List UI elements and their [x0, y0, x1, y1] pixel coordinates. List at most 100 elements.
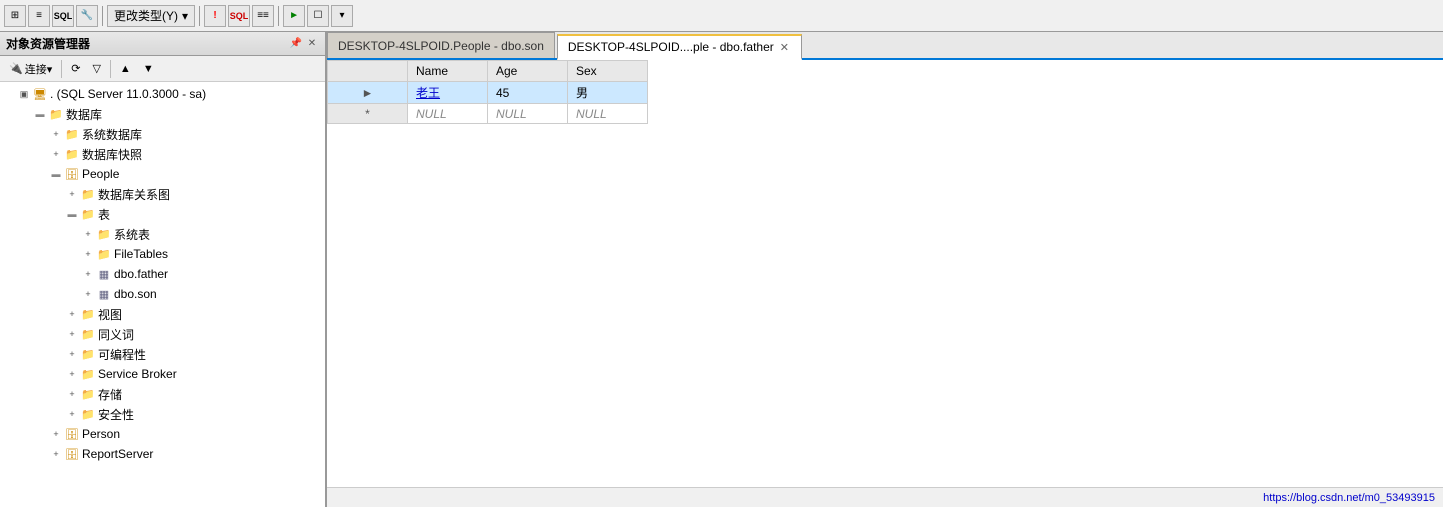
- down-icon: ▼: [143, 63, 154, 75]
- db-icon: 🗄: [64, 446, 80, 462]
- tree-item-tables[interactable]: ▬ 📁 表: [0, 204, 325, 224]
- cell-name[interactable]: 老王: [408, 82, 488, 104]
- cell-sex[interactable]: 男: [568, 82, 648, 104]
- toolbar-btn-sql[interactable]: SQL: [52, 5, 74, 27]
- tree-item-dbo-son[interactable]: + ▦ dbo.son: [0, 284, 325, 304]
- pin-icon[interactable]: 📌: [289, 37, 303, 51]
- data-grid: Name Age Sex ► 老王 45 男 * NULL: [327, 60, 648, 124]
- object-explorer-panel: 对象资源管理器 📌 ✕ 🔌 连接▾ ⟳ ▽ ▲ ▼: [0, 32, 327, 507]
- tree-item-people[interactable]: ▬ 🗄 People: [0, 164, 325, 184]
- tree-item-db-snapshot[interactable]: + 📁 数据库快照: [0, 144, 325, 164]
- table-icon: ▦: [96, 286, 112, 302]
- main-layout: 对象资源管理器 📌 ✕ 🔌 连接▾ ⟳ ▽ ▲ ▼: [0, 32, 1443, 507]
- tree-item-person[interactable]: + 🗄 Person: [0, 424, 325, 444]
- filter-icon: ▽: [92, 62, 100, 75]
- table-row-new[interactable]: * NULL NULL NULL: [328, 104, 648, 124]
- expand-service-broker[interactable]: +: [64, 366, 80, 382]
- expand-dbo-father[interactable]: +: [80, 266, 96, 282]
- expand-views[interactable]: +: [64, 306, 80, 322]
- toolbar-btn-stop[interactable]: ☐: [307, 5, 329, 27]
- programmability-label: 可编程性: [98, 346, 146, 363]
- tree-item-programmability[interactable]: + 📁 可编程性: [0, 344, 325, 364]
- toolbar-btn-wrench[interactable]: 🔧: [76, 5, 98, 27]
- toolbar-btn-grid[interactable]: ⊞: [4, 5, 26, 27]
- toolbar-btn-table[interactable]: ≡: [28, 5, 50, 27]
- oe-toolbar: 🔌 连接▾ ⟳ ▽ ▲ ▼: [0, 56, 325, 82]
- expand-dbo-son[interactable]: +: [80, 286, 96, 302]
- tree-item-sys-tables[interactable]: + 📁 系统表: [0, 224, 325, 244]
- tree-item-report-server[interactable]: + 🗄 ReportServer: [0, 444, 325, 464]
- expand-programmability[interactable]: +: [64, 346, 80, 362]
- expand-security[interactable]: +: [64, 406, 80, 422]
- row-indicator: ►: [328, 82, 408, 104]
- panel-controls: 📌 ✕: [289, 37, 319, 51]
- tree-item-security[interactable]: + 📁 安全性: [0, 404, 325, 424]
- change-type-dropdown[interactable]: 更改类型(Y) ▾: [107, 5, 195, 27]
- expand-storage[interactable]: +: [64, 386, 80, 402]
- tree-item-synonyms[interactable]: + 📁 同义词: [0, 324, 325, 344]
- tree-item-file-tables[interactable]: + 📁 FileTables: [0, 244, 325, 264]
- tree-item-service-broker[interactable]: + 📁 Service Broker: [0, 364, 325, 384]
- tree-item-system-db[interactable]: + 📁 系统数据库: [0, 124, 325, 144]
- refresh-icon: ⟳: [71, 62, 80, 75]
- expand-report-server[interactable]: +: [48, 446, 64, 462]
- security-label: 安全性: [98, 406, 134, 423]
- expand-tables[interactable]: ▬: [64, 206, 80, 222]
- tree-item-server[interactable]: ▣ 🖥 . (SQL Server 11.0.3000 - sa): [0, 84, 325, 104]
- oe-btn-refresh[interactable]: ⟳: [66, 59, 85, 79]
- toolbar-sep-3: [278, 6, 279, 26]
- tree-item-views[interactable]: + 📁 视图: [0, 304, 325, 324]
- connect-button[interactable]: 🔌 连接▾: [4, 59, 57, 79]
- expand-system-db[interactable]: +: [48, 126, 64, 142]
- databases-label: 数据库: [66, 106, 102, 123]
- up-icon: ▲: [120, 63, 131, 75]
- expand-db-snapshot[interactable]: +: [48, 146, 64, 162]
- status-url: https://blog.csdn.net/m0_53493915: [1263, 492, 1435, 504]
- expand-file-tables[interactable]: +: [80, 246, 96, 262]
- expand-server[interactable]: ▣: [16, 86, 32, 102]
- tree-item-databases[interactable]: ▬ 📁 数据库: [0, 104, 325, 124]
- folder-icon: 📁: [80, 326, 96, 342]
- toolbar-btn-lines[interactable]: ≡≡: [252, 5, 274, 27]
- cell-age-null[interactable]: NULL: [488, 104, 568, 124]
- connect-icon: 🔌: [9, 62, 23, 75]
- oe-btn-filter[interactable]: ▽: [87, 59, 105, 79]
- cell-age[interactable]: 45: [488, 82, 568, 104]
- tab-father[interactable]: DESKTOP-4SLPOID....ple - dbo.father ✕: [557, 34, 802, 60]
- expand-db-diagram[interactable]: +: [64, 186, 80, 202]
- expand-synonyms[interactable]: +: [64, 326, 80, 342]
- toolbar-btn-play[interactable]: ►: [283, 5, 305, 27]
- tab-son[interactable]: DESKTOP-4SLPOID.People - dbo.son: [327, 32, 555, 58]
- close-icon[interactable]: ✕: [305, 37, 319, 51]
- expand-sys-tables[interactable]: +: [80, 226, 96, 242]
- db-snapshot-label: 数据库快照: [82, 146, 142, 163]
- change-type-label: 更改类型(Y): [114, 7, 178, 24]
- col-age-header: Age: [488, 61, 568, 82]
- folder-icon: 📁: [80, 366, 96, 382]
- folder-icon: 📁: [64, 146, 80, 162]
- toolbar-btn-sql2[interactable]: SQL: [228, 5, 250, 27]
- expand-person[interactable]: +: [48, 426, 64, 442]
- expand-people[interactable]: ▬: [48, 166, 64, 182]
- tree-item-db-diagram[interactable]: + 📁 数据库关系图: [0, 184, 325, 204]
- dbo-father-label: dbo.father: [114, 267, 168, 281]
- toolbar-btn-exclaim[interactable]: !: [204, 5, 226, 27]
- synonyms-label: 同义词: [98, 326, 134, 343]
- tree-item-dbo-father[interactable]: + ▦ dbo.father: [0, 264, 325, 284]
- cell-name-null[interactable]: NULL: [408, 104, 488, 124]
- object-explorer-tree: ▣ 🖥 . (SQL Server 11.0.3000 - sa) ▬ 📁 数据…: [0, 82, 325, 507]
- tree-item-storage[interactable]: + 📁 存储: [0, 384, 325, 404]
- oe-btn-down[interactable]: ▼: [138, 59, 159, 79]
- oe-btn-up[interactable]: ▲: [115, 59, 136, 79]
- tab-close-icon[interactable]: ✕: [778, 41, 791, 54]
- status-bar: https://blog.csdn.net/m0_53493915: [327, 487, 1443, 507]
- panel-title: 对象资源管理器: [6, 35, 90, 52]
- table-row[interactable]: ► 老王 45 男: [328, 82, 648, 104]
- db-icon: 🗄: [64, 426, 80, 442]
- toolbar-btn-arrow[interactable]: ▾: [331, 5, 353, 27]
- cell-sex-null[interactable]: NULL: [568, 104, 648, 124]
- expand-databases[interactable]: ▬: [32, 106, 48, 122]
- col-sex-header: Sex: [568, 61, 648, 82]
- service-broker-label: Service Broker: [98, 367, 177, 381]
- folder-icon: 📁: [80, 186, 96, 202]
